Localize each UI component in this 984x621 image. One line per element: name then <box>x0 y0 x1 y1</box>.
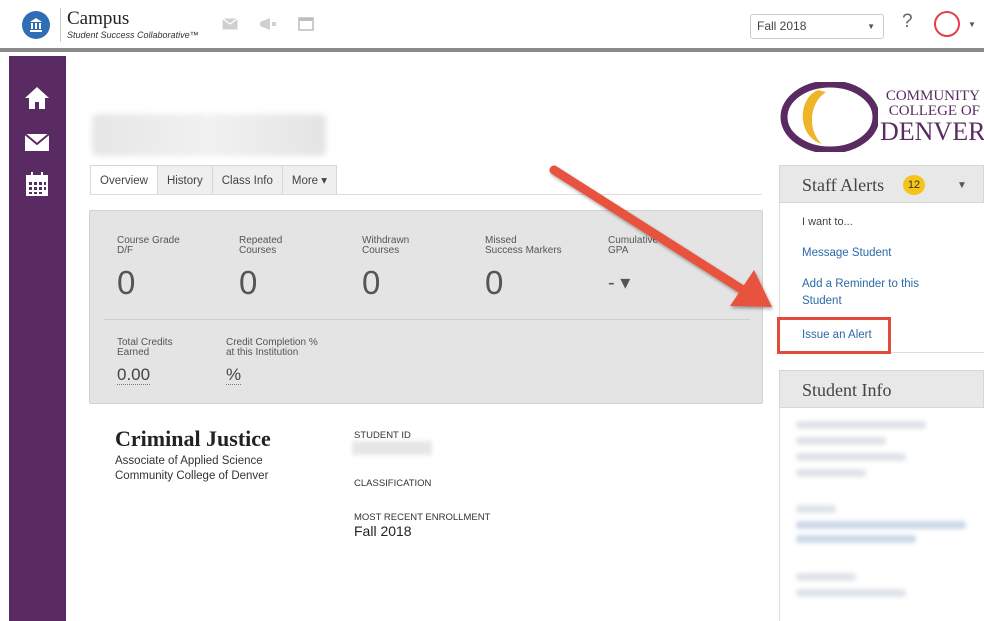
top-bar: Campus Student Success Collaborative™ Fa… <box>0 0 984 52</box>
student-info-header[interactable]: Student Info <box>779 370 984 408</box>
student-id-label: STUDENT ID <box>354 430 411 441</box>
highlight-box <box>777 317 891 354</box>
student-info-body <box>779 407 984 621</box>
stat-value-repeated[interactable]: 0 <box>239 266 257 299</box>
add-reminder-link[interactable]: Add a Reminder to this Student <box>802 276 942 310</box>
redacted-line <box>796 535 916 543</box>
stat-value-missed-markers[interactable]: 0 <box>485 266 503 299</box>
redacted-line <box>796 469 866 477</box>
enrollment-value: Fall 2018 <box>354 523 412 539</box>
redacted-line <box>796 505 836 513</box>
staff-alerts-title: Staff Alerts <box>802 175 885 195</box>
i-want-to-label: I want to... <box>802 216 853 228</box>
sidebar <box>9 56 66 621</box>
logo-divider <box>60 8 61 42</box>
enrollment-label: MOST RECENT ENROLLMENT <box>354 512 491 523</box>
redacted-line <box>796 589 906 597</box>
program-info: Criminal Justice Associate of Applied Sc… <box>115 426 271 484</box>
stat-label-repeated: Repeated Courses <box>239 235 283 256</box>
redacted-line <box>796 421 926 429</box>
tab-history[interactable]: History <box>157 165 213 195</box>
stat-value-course-grade[interactable]: 0 <box>117 266 135 299</box>
stat-value-withdrawn[interactable]: 0 <box>362 266 380 299</box>
alert-count-badge: 12 <box>903 175 925 195</box>
help-icon[interactable]: ? <box>902 11 913 33</box>
stat-label-withdrawn: Withdrawn Courses <box>362 235 410 256</box>
college-logo-text: COMMUNITY COLLEGE OF DENVER <box>880 88 984 146</box>
program-title: Criminal Justice <box>115 426 271 451</box>
chevron-down-icon[interactable]: ▼ <box>968 20 976 29</box>
redacted-line <box>796 437 886 445</box>
student-id-redacted <box>352 441 432 455</box>
megaphone-icon[interactable] <box>258 17 278 36</box>
redacted-line <box>796 453 906 461</box>
program-degree: Associate of Applied Science <box>115 455 263 467</box>
calendar-icon[interactable] <box>23 170 51 198</box>
window-icon[interactable] <box>298 17 314 36</box>
logo-line-1: COMMUNITY <box>885 88 980 104</box>
tab-overview[interactable]: Overview <box>90 165 158 195</box>
campus-logo-icon[interactable] <box>22 11 50 39</box>
avatar[interactable] <box>934 11 960 37</box>
redacted-line <box>796 521 966 529</box>
message-student-link[interactable]: Message Student <box>802 245 892 262</box>
stat-label-credit-completion: Credit Completion % at this Institution <box>226 337 318 358</box>
annotation-arrow <box>549 165 772 307</box>
redacted-line <box>796 573 856 581</box>
stat-value-total-credits[interactable]: 0.00 <box>117 366 151 385</box>
student-info-title: Student Info <box>802 380 892 400</box>
app-window: Campus Student Success Collaborative™ Fa… <box>0 0 984 621</box>
brand-title: Campus <box>67 8 130 29</box>
envelope-icon[interactable] <box>222 17 238 35</box>
stat-value-credit-completion[interactable]: % <box>226 366 242 385</box>
term-select[interactable]: Fall 2018 ▼ <box>750 14 884 39</box>
student-name-redacted <box>92 114 326 156</box>
classification-label: CLASSIFICATION <box>354 478 432 489</box>
term-select-value: Fall 2018 <box>757 19 807 33</box>
program-school: Community College of Denver <box>115 470 269 482</box>
staff-alerts-header[interactable]: Staff Alerts 12 ▼ <box>779 165 984 203</box>
stat-label-course-grade: Course Grade D/F <box>117 235 180 256</box>
chevron-down-icon[interactable]: ▼ <box>957 180 967 191</box>
brand-subtitle: Student Success Collaborative™ <box>67 30 199 40</box>
tab-class-info[interactable]: Class Info <box>212 165 283 195</box>
home-icon[interactable] <box>23 84 51 112</box>
profile-tabs: Overview History Class Info More ▾ <box>90 165 338 195</box>
mail-icon[interactable] <box>23 128 51 156</box>
stat-label-total-credits: Total Credits Earned <box>117 337 173 358</box>
chevron-down-icon: ▼ <box>867 22 875 31</box>
logo-line-3: DENVER <box>880 117 984 146</box>
tab-more[interactable]: More ▾ <box>282 165 338 195</box>
